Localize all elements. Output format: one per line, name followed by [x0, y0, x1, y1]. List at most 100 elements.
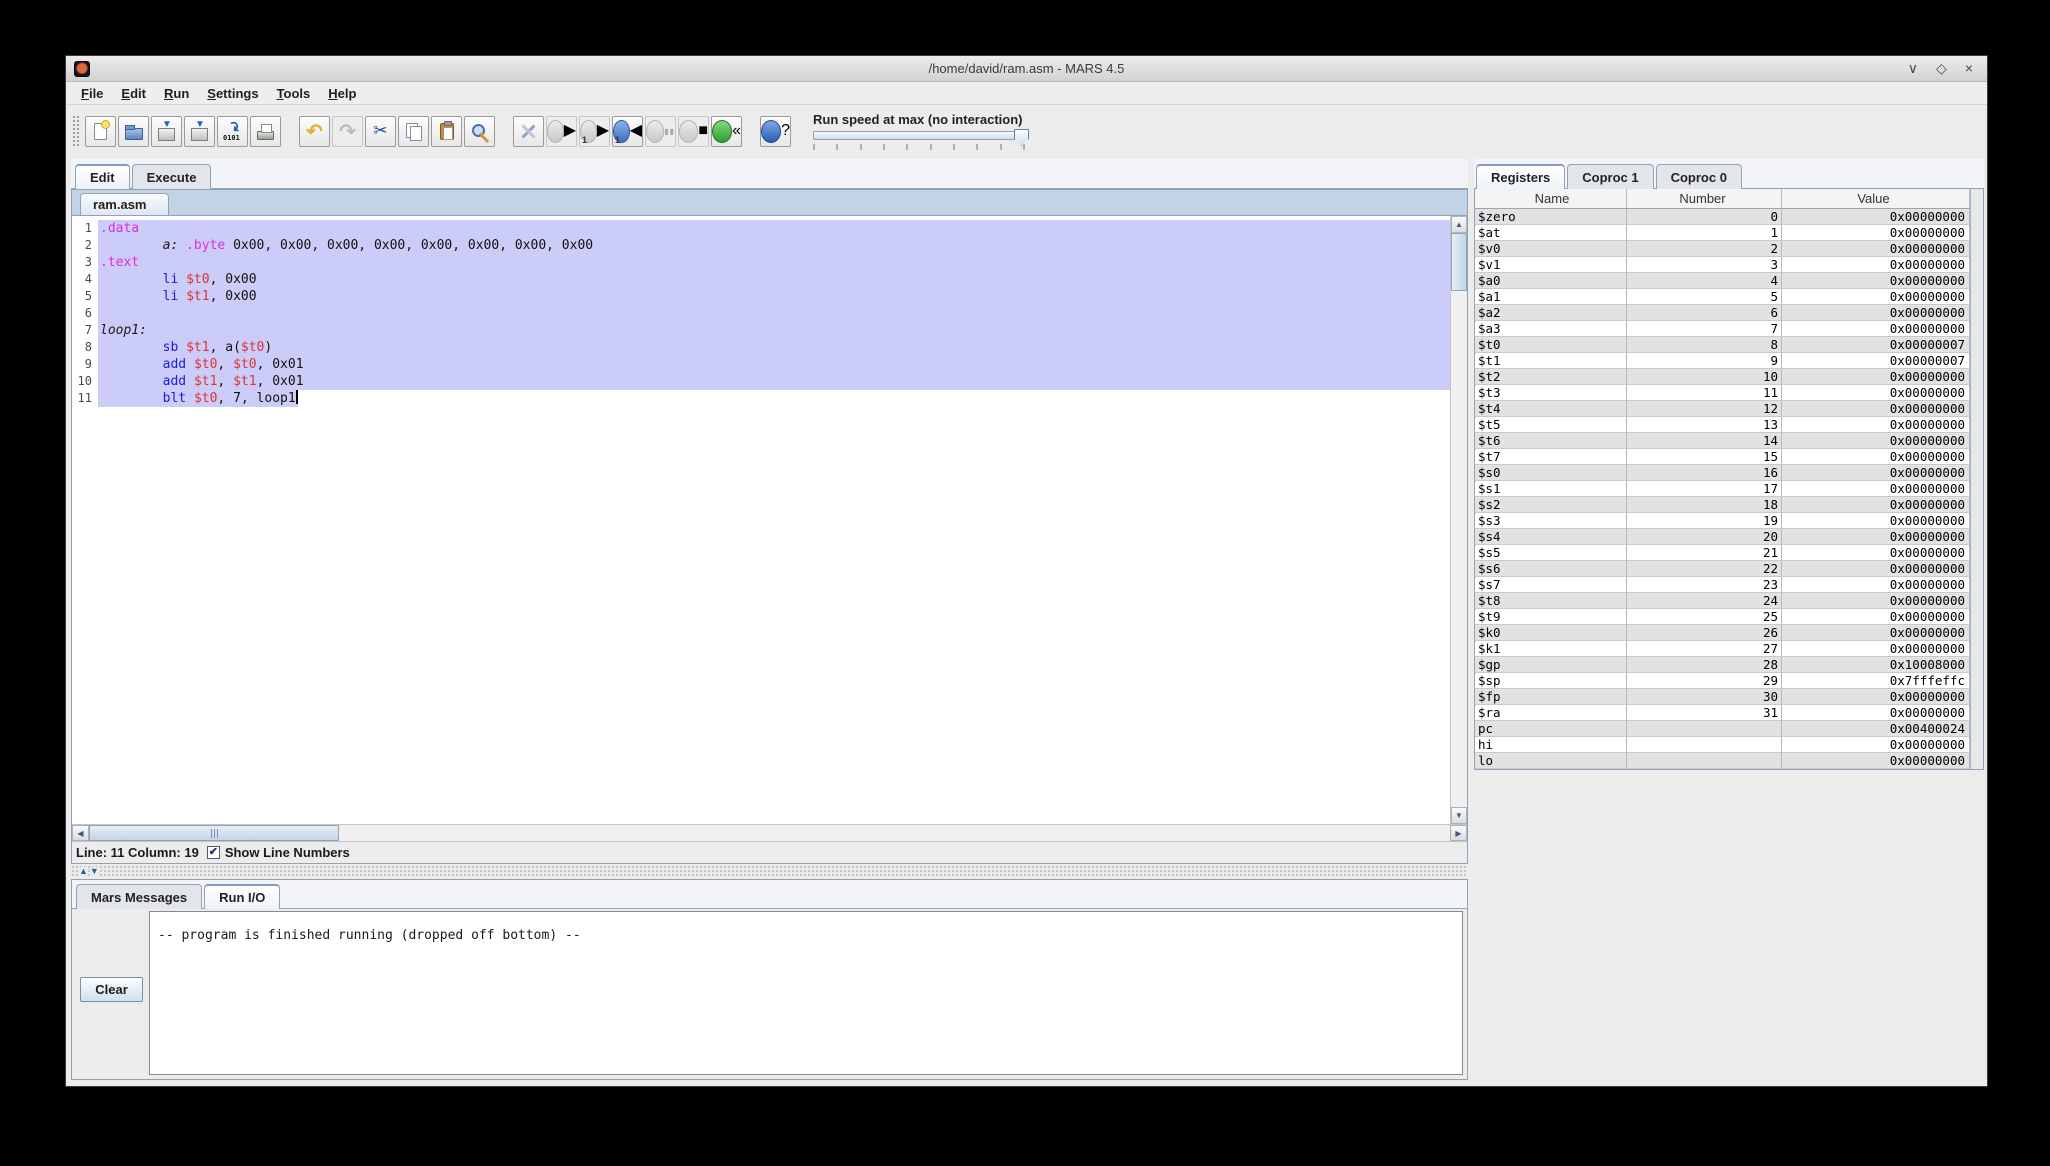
register-value[interactable]: 0x00000000 — [1782, 401, 1970, 417]
register-number — [1627, 737, 1782, 753]
register-value[interactable]: 0x00000000 — [1782, 737, 1970, 753]
register-value[interactable]: 0x00000000 — [1782, 305, 1970, 321]
cut-button[interactable]: ✂ — [365, 115, 396, 147]
assemble-button[interactable] — [513, 115, 544, 147]
paste-button[interactable] — [431, 115, 462, 147]
register-value[interactable]: 0x00000000 — [1782, 593, 1970, 609]
splitter-down-icon[interactable]: ▼ — [89, 867, 99, 876]
register-number: 0 — [1627, 209, 1782, 225]
register-value[interactable]: 0x00000000 — [1782, 385, 1970, 401]
register-value[interactable]: 0x00000007 — [1782, 353, 1970, 369]
run-speed-slider[interactable] — [813, 129, 1029, 146]
slider-tick — [1022, 144, 1025, 150]
tab-coproc1[interactable]: Coproc 1 — [1567, 164, 1654, 189]
run-io-output[interactable]: -- program is finished running (dropped … — [149, 911, 1463, 1075]
register-value[interactable]: 0x00000000 — [1782, 545, 1970, 561]
register-value[interactable]: 0x00000000 — [1782, 449, 1970, 465]
tab-run-io[interactable]: Run I/O — [204, 884, 281, 909]
register-value[interactable]: 0x00000000 — [1782, 705, 1970, 721]
register-name: $s3 — [1475, 513, 1627, 529]
menu-settings[interactable]: Settings — [198, 84, 267, 103]
register-value[interactable]: 0x00000000 — [1782, 241, 1970, 257]
register-name: $s7 — [1475, 577, 1627, 593]
tab-coproc0[interactable]: Coproc 0 — [1655, 164, 1742, 189]
dump-memory-button[interactable]: 0101 — [217, 115, 248, 147]
vertical-scroll-thumb[interactable] — [1451, 233, 1467, 291]
step-backward-button[interactable]: ◀ 1 — [612, 115, 643, 147]
crossed-tools-icon — [519, 122, 538, 141]
scroll-left-icon[interactable]: ◀ — [72, 825, 89, 841]
register-name: $v1 — [1475, 257, 1627, 273]
editor-vertical-scrollbar[interactable]: ▲ ▼ — [1450, 216, 1467, 824]
register-row-$sp: $sp 29 0x7fffeffc — [1475, 673, 1970, 689]
show-line-numbers-checkbox[interactable]: ✔ — [206, 846, 220, 859]
register-value[interactable]: 0x00000000 — [1782, 641, 1970, 657]
register-value[interactable]: 0x10008000 — [1782, 657, 1970, 673]
register-value[interactable]: 0x7fffeffc — [1782, 673, 1970, 689]
line-number: 3 — [84, 255, 92, 269]
tab-execute[interactable]: Execute — [131, 164, 212, 189]
register-value[interactable]: 0x00000000 — [1782, 273, 1970, 289]
register-value[interactable]: 0x00000000 — [1782, 513, 1970, 529]
register-name: $s5 — [1475, 545, 1627, 561]
register-value[interactable]: 0x00000000 — [1782, 625, 1970, 641]
register-number: 4 — [1627, 273, 1782, 289]
register-value[interactable]: 0x00000000 — [1782, 497, 1970, 513]
tab-mars-messages[interactable]: Mars Messages — [76, 884, 203, 909]
open-file-button[interactable] — [118, 115, 149, 147]
menu-tools[interactable]: Tools — [268, 84, 320, 103]
menu-file[interactable]: File — [72, 84, 112, 103]
code-line-3: 3 .text — [72, 254, 1450, 271]
column-header-name: Name — [1475, 189, 1627, 208]
register-name: $t1 — [1475, 353, 1627, 369]
scroll-up-icon[interactable]: ▲ — [1451, 216, 1467, 233]
register-value[interactable]: 0x00000000 — [1782, 433, 1970, 449]
register-value[interactable]: 0x00000000 — [1782, 209, 1970, 225]
registers-scrollbar[interactable] — [1970, 189, 1983, 769]
code-line-7: 7 loop1: — [72, 322, 1450, 339]
reset-button[interactable]: « — [711, 115, 742, 147]
register-value[interactable]: 0x00000000 — [1782, 465, 1970, 481]
code-editor[interactable]: 1 .data 2 a: .byte 0x00, 0x00, 0x00, 0x00,… — [72, 216, 1450, 824]
line-number: 2 — [84, 238, 92, 252]
tab-registers[interactable]: Registers — [1476, 164, 1566, 189]
help-button[interactable]: ? — [760, 115, 791, 147]
register-value[interactable]: 0x00000000 — [1782, 529, 1970, 545]
tab-edit[interactable]: Edit — [75, 164, 130, 189]
register-value[interactable]: 0x00000000 — [1782, 289, 1970, 305]
menu-edit[interactable]: Edit — [112, 84, 155, 103]
toolbar-grip[interactable] — [72, 115, 81, 147]
horizontal-scroll-thumb[interactable] — [89, 825, 339, 841]
register-value[interactable]: 0x00000000 — [1782, 417, 1970, 433]
splitter-up-icon[interactable]: ▲ — [79, 867, 88, 876]
register-value[interactable]: 0x00000000 — [1782, 609, 1970, 625]
find-replace-button[interactable] — [464, 115, 495, 147]
register-number: 7 — [1627, 321, 1782, 337]
register-value[interactable]: 0x00000000 — [1782, 257, 1970, 273]
register-value[interactable]: 0x00000000 — [1782, 481, 1970, 497]
copy-button[interactable] — [398, 115, 429, 147]
print-button[interactable] — [250, 115, 281, 147]
scroll-down-icon[interactable]: ▼ — [1451, 807, 1467, 824]
new-file-button[interactable] — [85, 115, 116, 147]
menu-help[interactable]: Help — [319, 84, 365, 103]
save-as-button[interactable]: ▼ — [184, 115, 215, 147]
registers-panel-filler — [1474, 770, 1984, 1080]
save-button[interactable]: ▼ — [151, 115, 182, 147]
editor-horizontal-scrollbar[interactable]: ◀ ▶ — [72, 824, 1467, 841]
undo-button[interactable]: ↶ — [299, 115, 330, 147]
register-value[interactable]: 0x00000000 — [1782, 561, 1970, 577]
tab-file-ram-asm[interactable]: ram.asm — [80, 193, 170, 215]
clear-button[interactable]: Clear — [80, 977, 143, 1002]
register-value[interactable]: 0x00000000 — [1782, 689, 1970, 705]
register-value[interactable]: 0x00000000 — [1782, 321, 1970, 337]
scroll-right-icon[interactable]: ▶ — [1450, 825, 1467, 841]
register-value[interactable]: 0x00000000 — [1782, 225, 1970, 241]
split-pane-divider[interactable]: ▲ ▼ — [71, 865, 1468, 878]
register-value[interactable]: 0x00000007 — [1782, 337, 1970, 353]
menu-run[interactable]: Run — [155, 84, 198, 103]
register-value[interactable]: 0x00000000 — [1782, 753, 1970, 769]
register-value[interactable]: 0x00400024 — [1782, 721, 1970, 737]
register-value[interactable]: 0x00000000 — [1782, 577, 1970, 593]
register-value[interactable]: 0x00000000 — [1782, 369, 1970, 385]
